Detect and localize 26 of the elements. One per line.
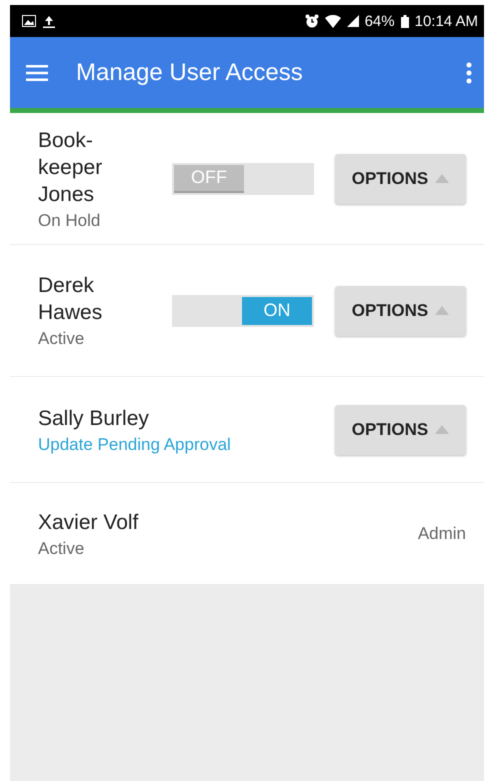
battery-percent: 64% <box>364 12 395 30</box>
user-status: On Hold <box>38 210 102 230</box>
options-button[interactable]: OPTIONS <box>335 286 466 336</box>
user-status: Active <box>38 329 86 349</box>
alarm-icon <box>304 14 319 28</box>
user-name: Derek Hawes <box>38 273 104 326</box>
menu-icon[interactable] <box>26 64 48 80</box>
user-name: Book-keeper Jones <box>38 128 104 208</box>
user-status: Active <box>38 538 86 558</box>
caret-icon <box>435 306 450 315</box>
caret-icon <box>435 425 450 434</box>
options-button[interactable]: OPTIONS <box>335 404 466 454</box>
upload-icon <box>43 14 55 28</box>
screen-title: Manage User Access <box>76 58 304 86</box>
user-status: Update Pending Approval <box>38 434 232 454</box>
battery-icon <box>400 14 409 28</box>
options-button[interactable]: OPTIONS <box>335 154 466 204</box>
more-options-icon[interactable] <box>466 62 472 84</box>
wifi-icon <box>324 14 341 28</box>
caret-icon <box>435 174 450 183</box>
user-role: Admin <box>418 524 466 544</box>
clock-time: 10:14 AM <box>414 12 478 30</box>
user-name: Sally Burley <box>38 406 150 432</box>
signal-icon <box>346 15 359 27</box>
user-name: Xavier Volf <box>38 510 140 536</box>
image-icon <box>22 15 36 27</box>
